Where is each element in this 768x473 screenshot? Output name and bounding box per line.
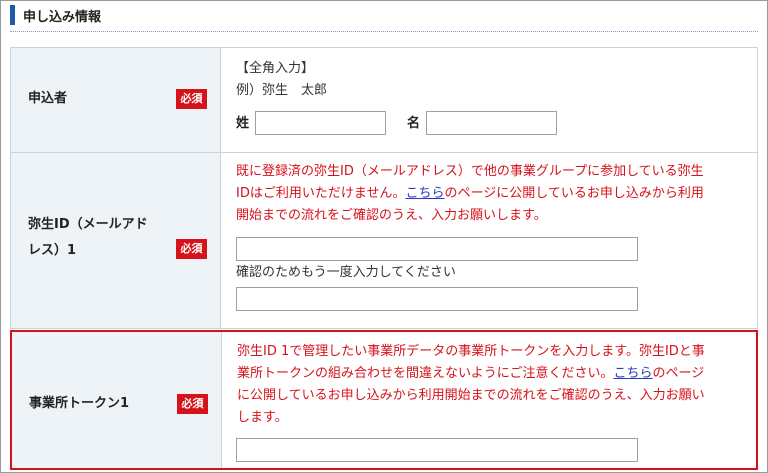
yayoi-id-notice-line1: 既に登録済の弥生ID（メールアドレス）で他の事業グループに参加している弥生 bbox=[236, 164, 704, 179]
office-token-notice-line3: に公開しているお申し込みから利用開始までの流れをご確認のうえ、入力お願い bbox=[237, 388, 705, 403]
first-name-input[interactable] bbox=[426, 111, 557, 135]
last-name-input[interactable] bbox=[255, 111, 386, 135]
office-token-label: 事業所トークン1 bbox=[29, 396, 130, 411]
yayoi-id-confirm-input[interactable] bbox=[236, 287, 638, 311]
applicant-hint-format: 【全角入力】 bbox=[236, 61, 315, 76]
yayoi-id-label-cell: 弥生ID（メールアド レス）1 必須 bbox=[11, 153, 221, 328]
yayoi-id-confirm-label: 確認のためもう一度入力してください bbox=[236, 265, 456, 280]
required-badge: 必須 bbox=[176, 239, 207, 259]
office-token-label-cell: 事業所トークン1 必須 bbox=[12, 332, 222, 468]
yayoi-id-label-line1: 弥生ID（メールアド bbox=[28, 217, 148, 232]
applicant-hint-example: 例）弥生 太郎 bbox=[236, 83, 328, 98]
applicant-row: 申込者 必須 【全角入力】 例）弥生 太郎 姓 名 bbox=[10, 47, 758, 153]
last-name-label: 姓 bbox=[236, 116, 250, 131]
yayoi-id-email-input[interactable] bbox=[236, 237, 638, 261]
section-divider bbox=[10, 31, 758, 32]
applicant-label: 申込者 bbox=[28, 91, 68, 106]
yayoi-id-notice-line2: IDはご利用いただけません。こちらのページに公開しているお申し込みから利用 bbox=[236, 186, 704, 201]
section-title: 申し込み情報 bbox=[23, 9, 102, 25]
section-accent-bar bbox=[10, 5, 15, 25]
yayoi-id-label-line2: レス）1 bbox=[28, 243, 77, 258]
office-token-notice-line4: します。 bbox=[237, 410, 288, 425]
first-name-label: 名 bbox=[407, 116, 421, 131]
applicant-label-cell: 申込者 必須 bbox=[11, 48, 221, 152]
office-token-notice-line1: 弥生ID 1で管理したい事業所データの事業所トークンを入力します。弥生IDと事 bbox=[237, 344, 705, 359]
yayoi-id-row: 弥生ID（メールアド レス）1 必須 既に登録済の弥生ID（メールアドレス）で他… bbox=[10, 153, 758, 329]
office-token-input[interactable] bbox=[236, 438, 638, 462]
office-token-row: 事業所トークン1 必須 弥生ID 1で管理したい事業所データの事業所トークンを入… bbox=[10, 330, 758, 470]
office-token-notice-line2: 業所トークンの組み合わせを間違えないようにご注意ください。こちらのページ bbox=[237, 366, 705, 381]
required-badge: 必須 bbox=[176, 89, 207, 109]
office-token-info-link[interactable]: こちら bbox=[613, 366, 652, 381]
yayoi-id-info-link[interactable]: こちら bbox=[405, 186, 444, 201]
yayoi-id-notice-line3: 開始までの流れをご確認のうえ、入力お願いします。 bbox=[236, 208, 547, 223]
required-badge: 必須 bbox=[177, 394, 208, 414]
section-header: 申し込み情報 bbox=[10, 4, 101, 26]
